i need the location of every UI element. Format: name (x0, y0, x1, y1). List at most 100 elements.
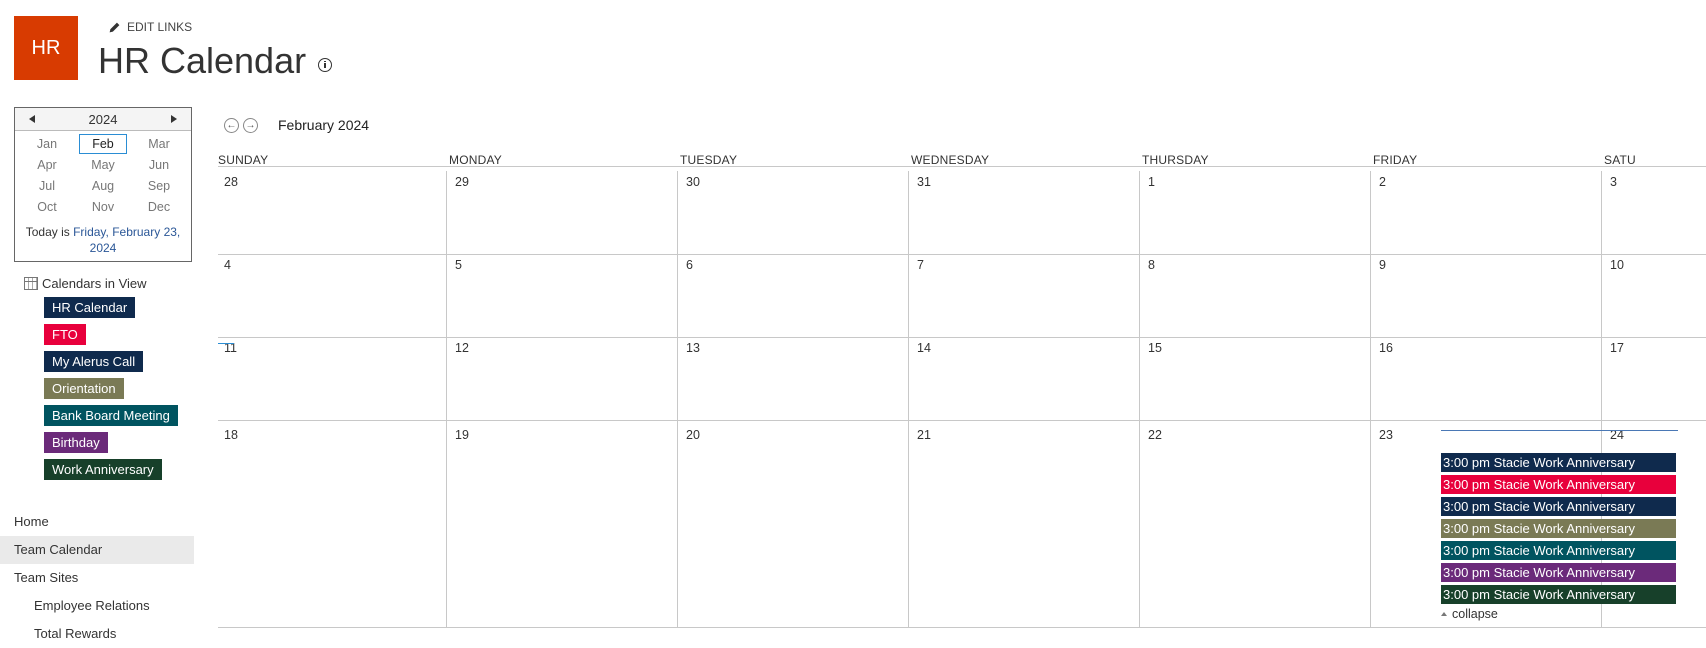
day-divider (677, 171, 678, 628)
site-logo-text: HR (31, 36, 61, 59)
day-number[interactable]: 5 (455, 258, 462, 272)
month-mar[interactable]: Mar (131, 134, 187, 154)
day-number[interactable]: 22 (1148, 428, 1162, 442)
day-number[interactable]: 13 (686, 341, 700, 355)
weekday-satu: SATU (1604, 153, 1636, 167)
calendar-event[interactable]: 3:00 pm Stacie Work Anniversary (1441, 497, 1676, 516)
weekday-wednesday: WEDNESDAY (911, 153, 990, 167)
weekday-sunday: SUNDAY (218, 153, 269, 167)
next-year-icon[interactable] (170, 115, 177, 123)
day-number[interactable]: 2 (1379, 175, 1386, 189)
day-number[interactable]: 28 (224, 175, 238, 189)
week-divider (218, 420, 1706, 421)
month-oct[interactable]: Oct (19, 197, 75, 217)
today-prefix: Today is (25, 225, 74, 239)
day-number[interactable]: 18 (224, 428, 238, 442)
calendar-event[interactable]: 3:00 pm Stacie Work Anniversary (1441, 541, 1676, 560)
calendars-in-view-label: Calendars in View (42, 276, 147, 291)
week-divider (218, 166, 1706, 167)
month-grid: Jan Feb Mar Apr May Jun Jul Aug Sep Oct Nov Dec (15, 131, 191, 217)
weekday-monday: MONDAY (449, 153, 502, 167)
calendars-in-view: Calendars in View (24, 276, 147, 291)
day-number[interactable]: 8 (1148, 258, 1155, 272)
month-apr[interactable]: Apr (19, 155, 75, 175)
calendar-chip-bank-board-meeting[interactable]: Bank Board Meeting (44, 405, 178, 426)
calendar-event[interactable]: 3:00 pm Stacie Work Anniversary (1441, 453, 1676, 472)
month-feb[interactable]: Feb (79, 134, 127, 154)
day-number[interactable]: 16 (1379, 341, 1393, 355)
page-title-text: HR Calendar (98, 40, 307, 81)
day-number[interactable]: 10 (1610, 258, 1624, 272)
prev-year-icon[interactable] (29, 115, 35, 123)
edit-links-button[interactable]: EDIT LINKS (108, 20, 192, 34)
day-number[interactable]: 9 (1379, 258, 1386, 272)
day-number[interactable]: 7 (917, 258, 924, 272)
day-number[interactable]: 14 (917, 341, 931, 355)
month-nov[interactable]: Nov (75, 197, 131, 217)
calendar-nav: ← → February 2024 (224, 117, 369, 133)
edit-links-label: EDIT LINKS (127, 20, 193, 34)
month-sep[interactable]: Sep (131, 176, 187, 196)
month-jan[interactable]: Jan (19, 134, 75, 154)
site-logo[interactable]: HR (14, 16, 78, 80)
day-number[interactable]: 29 (455, 175, 469, 189)
day-number[interactable]: 21 (917, 428, 931, 442)
day-number[interactable]: 23 (1379, 428, 1393, 442)
calendar-event[interactable]: 3:00 pm Stacie Work Anniversary (1441, 563, 1676, 582)
left-nav: Home Team Calendar Team Sites Employee Rela… (0, 508, 194, 648)
weekday-header: SUNDAY MONDAY TUESDAY WEDNESDAY THURSDAY FRID… (218, 153, 1706, 171)
month-dec[interactable]: Dec (131, 197, 187, 217)
day-divider (908, 171, 909, 628)
info-icon[interactable] (318, 58, 333, 72)
calendar-chip-birthday[interactable]: Birthday (44, 432, 108, 453)
today-label: Today is Friday, February 23, 2024 (15, 217, 191, 256)
calendar-icon (24, 277, 38, 290)
calendar-chip-orientation[interactable]: Orientation (44, 378, 124, 399)
day-number[interactable]: 31 (917, 175, 931, 189)
day-number[interactable]: 6 (686, 258, 693, 272)
next-month-button[interactable]: → (243, 117, 258, 133)
day-number[interactable]: 17 (1610, 341, 1624, 355)
collapse-label: collapse (1452, 607, 1498, 621)
calendar-chip-my-alerus-call[interactable]: My Alerus Call (44, 351, 144, 372)
calendar-chip-work-anniversary[interactable]: Work Anniversary (44, 459, 162, 480)
day-number[interactable]: 30 (686, 175, 700, 189)
nav-item-team-calendar[interactable]: Team Calendar (0, 536, 194, 564)
page-title: HR Calendar (98, 40, 333, 82)
month-may[interactable]: May (75, 155, 131, 175)
week-divider (218, 254, 1706, 255)
month-title: February 2024 (278, 117, 370, 133)
today-link[interactable]: Friday, February 23, 2024 (73, 225, 180, 255)
nav-item-employee-relations[interactable]: Employee Relations (0, 592, 194, 620)
collapse-link[interactable]: collapse (1441, 607, 1676, 621)
day-events: 3:00 pm Stacie Work Anniversary 3:00 pm S… (1441, 453, 1676, 621)
month-aug[interactable]: Aug (75, 176, 131, 196)
calendar-chip-fto[interactable]: FTO (44, 324, 86, 345)
day-number[interactable]: 20 (686, 428, 700, 442)
date-picker: 2024 Jan Feb Mar Apr May Jun Jul Aug Sep Oct Nov De… (14, 107, 192, 262)
month-jul[interactable]: Jul (19, 176, 75, 196)
prev-month-button[interactable]: ← (224, 117, 239, 133)
nav-item-total-rewards[interactable]: Total Rewards (0, 620, 194, 648)
day-number[interactable]: 4 (224, 258, 231, 272)
day-number[interactable]: 19 (455, 428, 469, 442)
calendar-event[interactable]: 3:00 pm Stacie Work Anniversary (1441, 519, 1676, 538)
day-number[interactable]: 3 (1610, 175, 1617, 189)
today-highlight (1441, 430, 1678, 431)
day-number[interactable]: 1 (1148, 175, 1155, 189)
calendar-chip-hr-calendar[interactable]: HR Calendar (44, 297, 136, 318)
day-number[interactable]: 12 (455, 341, 469, 355)
arrow-left-icon: ← (226, 119, 237, 131)
weekday-tuesday: TUESDAY (680, 153, 738, 167)
calendar-event[interactable]: 3:00 pm Stacie Work Anniversary (1441, 475, 1676, 494)
pencil-icon (109, 22, 120, 32)
day-number[interactable]: 15 (1148, 341, 1162, 355)
calendar-event[interactable]: 3:00 pm Stacie Work Anniversary (1441, 585, 1676, 604)
selection-accent (218, 343, 234, 344)
calendar-chips: HR Calendar FTO My Alerus Call Orientation B… (44, 297, 178, 486)
month-jun[interactable]: Jun (131, 155, 187, 175)
nav-item-team-sites[interactable]: Team Sites (0, 564, 194, 592)
date-picker-header: 2024 (15, 108, 191, 131)
weekday-thursday: THURSDAY (1142, 153, 1209, 167)
nav-item-home[interactable]: Home (0, 508, 194, 536)
